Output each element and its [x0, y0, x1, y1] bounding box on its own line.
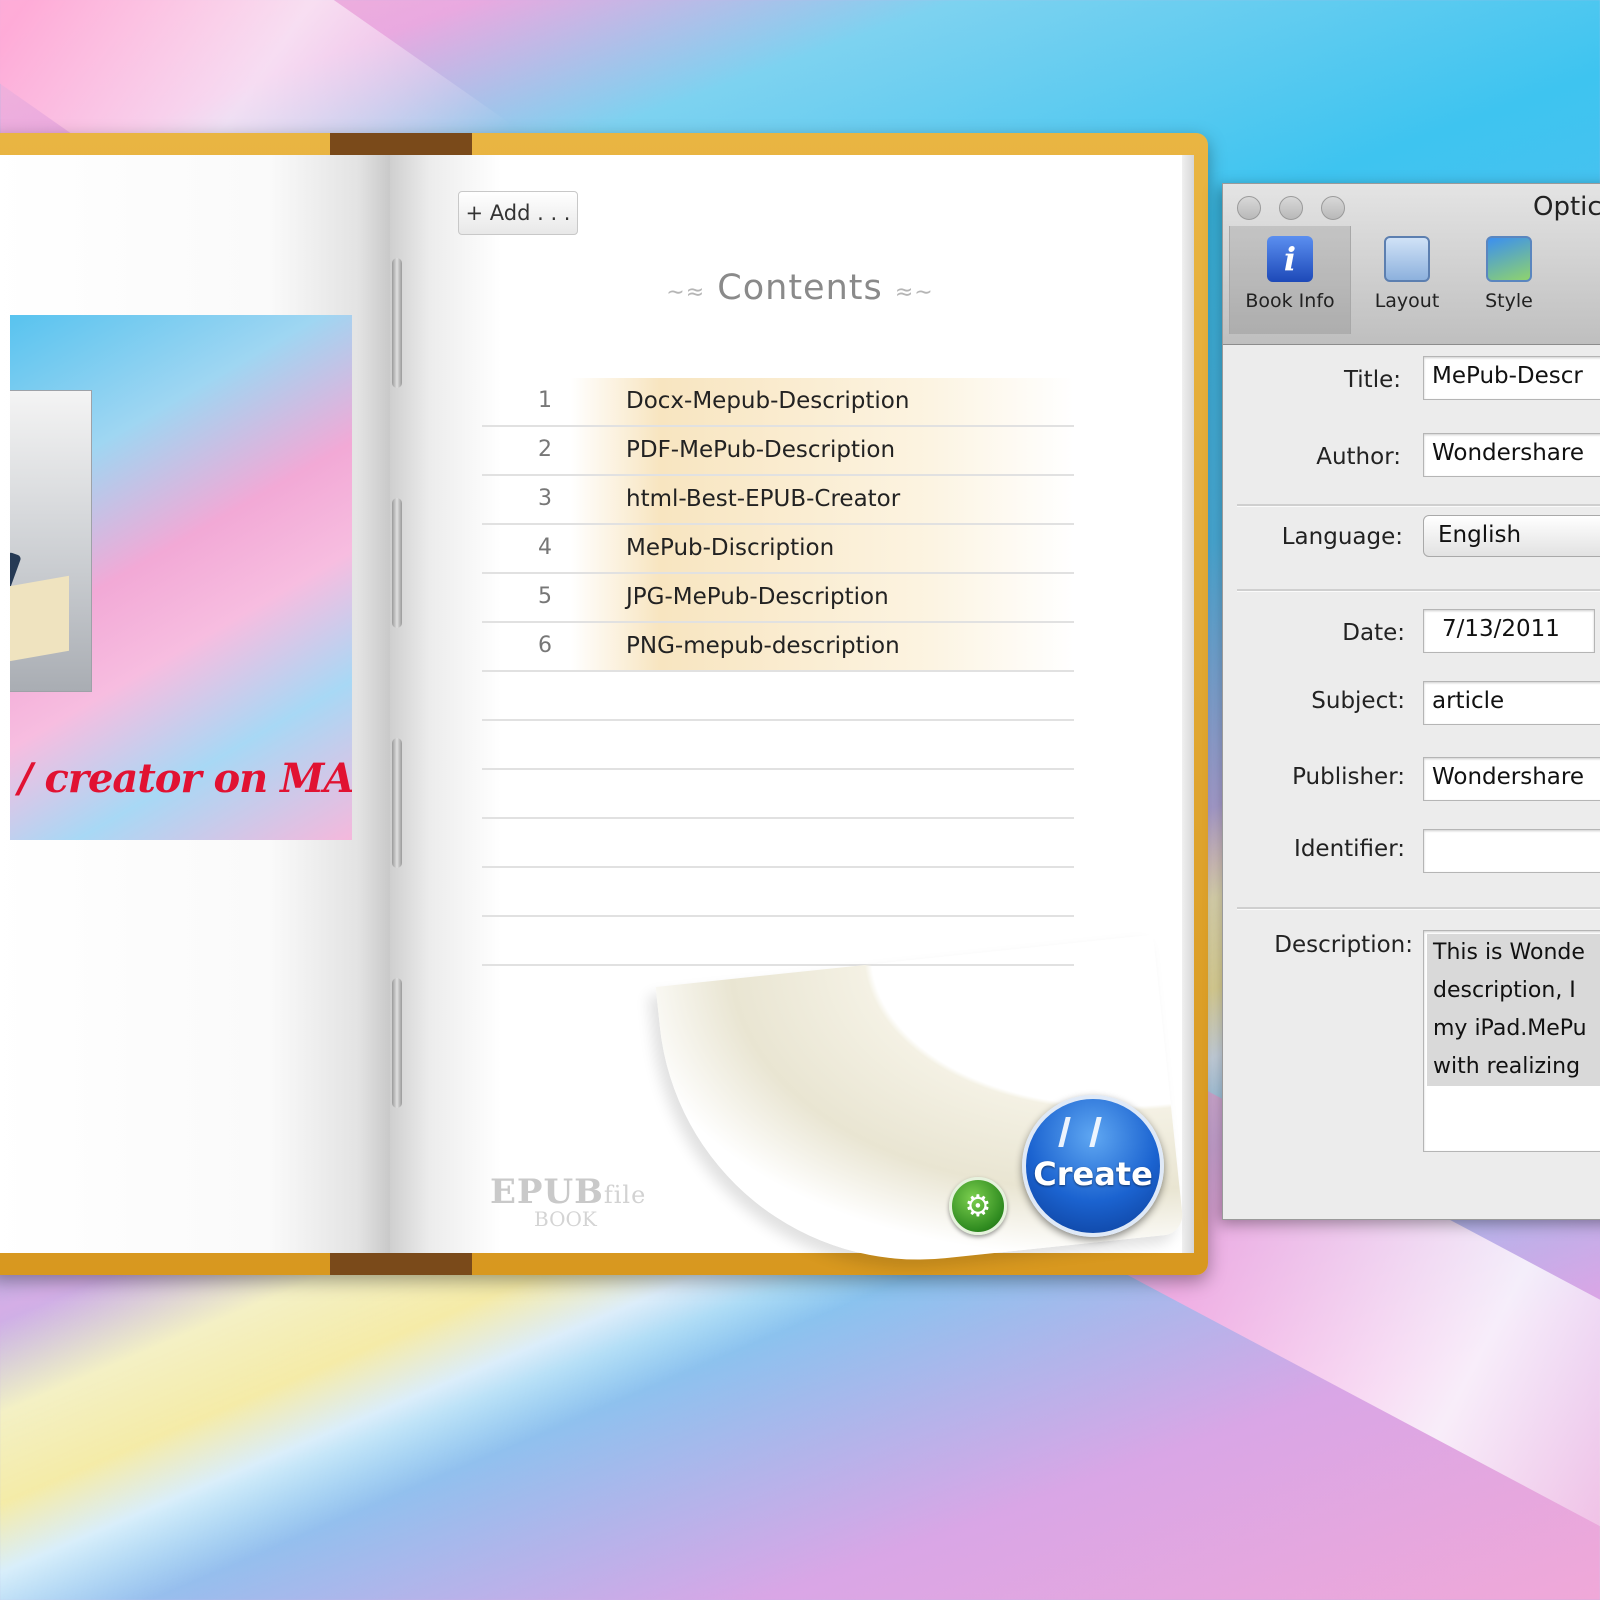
- language-select[interactable]: English: [1423, 515, 1600, 557]
- layout-icon: [1384, 236, 1430, 282]
- watermark-main: EPUB: [490, 1172, 604, 1212]
- title-field[interactable]: MePub-Descr: [1423, 356, 1600, 400]
- binder-ring: [392, 738, 402, 868]
- list-item[interactable]: 1 Docx-Mepub-Description: [482, 378, 1074, 427]
- list-item[interactable]: 4 MePub-Discription: [482, 525, 1074, 574]
- book-band-bottom: [330, 1253, 472, 1275]
- description-line: my iPad.MePu: [1427, 1010, 1600, 1048]
- item-number: 5: [538, 584, 552, 609]
- tab-label: Book Info: [1245, 290, 1335, 312]
- binder-ring: [392, 258, 402, 388]
- item-title: html-Best-EPUB-Creator: [626, 486, 901, 512]
- subject-field[interactable]: article: [1423, 681, 1600, 725]
- description-label: Description:: [1274, 932, 1413, 958]
- subject-label: Subject:: [1311, 688, 1405, 714]
- ornament-right-icon: ≈∼: [894, 280, 934, 305]
- publisher-field[interactable]: Wondershare: [1423, 757, 1600, 801]
- binder-ring: [392, 498, 402, 628]
- window-title: Optic: [1533, 192, 1600, 222]
- create-label: Create: [1033, 1155, 1153, 1193]
- tab-label: Style: [1485, 290, 1533, 312]
- list-item[interactable]: 2 PDF-MePub-Description: [482, 427, 1074, 476]
- description-line: description, I: [1427, 972, 1600, 1010]
- empty-row: [482, 868, 1074, 917]
- item-number: 4: [538, 535, 552, 560]
- item-title: Docx-Mepub-Description: [626, 388, 910, 414]
- identifier-label: Identifier:: [1294, 836, 1405, 862]
- description-line: with realizing: [1427, 1048, 1600, 1086]
- empty-row: [482, 672, 1074, 721]
- item-title: JPG-MePub-Description: [626, 584, 889, 610]
- watermark-small: file: [603, 1181, 647, 1209]
- minimize-window-button[interactable]: [1279, 196, 1303, 220]
- cover-image: / creator on MAC!: [10, 315, 352, 840]
- tab-book-info[interactable]: i Book Info: [1229, 226, 1351, 334]
- publisher-label: Publisher:: [1292, 764, 1405, 790]
- zoom-window-button[interactable]: [1321, 196, 1345, 220]
- contents-list: 1 Docx-Mepub-Description 2 PDF-MePub-Des…: [482, 378, 1074, 966]
- date-label: Date:: [1342, 620, 1405, 646]
- separator: [1237, 907, 1600, 910]
- tab-label: Layout: [1374, 290, 1440, 312]
- close-window-button[interactable]: [1237, 196, 1261, 220]
- info-icon: i: [1267, 236, 1313, 282]
- empty-row: [482, 819, 1074, 868]
- watermark-sub: BOOK: [534, 1207, 597, 1231]
- add-button[interactable]: + Add . . .: [458, 191, 578, 235]
- cover-tagline: / creator on MAC!: [18, 755, 352, 802]
- options-window: Optic i Book Info Layout Style Title: Me…: [1222, 183, 1600, 1220]
- item-number: 2: [538, 437, 552, 462]
- separator: [1237, 504, 1600, 507]
- tab-layout[interactable]: Layout: [1359, 236, 1455, 312]
- book-band-top: [330, 133, 472, 155]
- date-field[interactable]: 7/13/2011: [1423, 609, 1595, 653]
- item-title: PDF-MePub-Description: [626, 437, 896, 463]
- item-number: 3: [538, 486, 552, 511]
- settings-button[interactable]: ⚙: [949, 1177, 1007, 1235]
- ornament-left-icon: ∼≈: [666, 280, 706, 305]
- identifier-field[interactable]: [1423, 829, 1600, 873]
- author-field[interactable]: Wondershare: [1423, 433, 1600, 477]
- empty-row: [482, 770, 1074, 819]
- page-edge: [1182, 155, 1194, 1253]
- list-item[interactable]: 3 html-Best-EPUB-Creator: [482, 476, 1074, 525]
- item-number: 1: [538, 388, 552, 413]
- epub-watermark-logo: EPUBfile: [490, 1172, 646, 1212]
- gear-icon: ⚙: [964, 1188, 992, 1224]
- list-item[interactable]: 6 PNG-mepub-description: [482, 623, 1074, 672]
- list-item[interactable]: 5 JPG-MePub-Description: [482, 574, 1074, 623]
- title-label: Title:: [1343, 367, 1401, 393]
- options-titlebar: Optic i Book Info Layout Style: [1223, 184, 1600, 345]
- author-label: Author:: [1316, 444, 1401, 470]
- create-shine-icon: [1058, 1117, 1102, 1147]
- binder-ring: [392, 978, 402, 1108]
- description-line: This is Wonde: [1427, 934, 1600, 972]
- empty-row: [482, 721, 1074, 770]
- contents-title: Contents: [717, 268, 883, 308]
- style-icon: [1486, 236, 1532, 282]
- item-number: 6: [538, 633, 552, 658]
- language-label: Language:: [1281, 524, 1403, 550]
- item-title: MePub-Discription: [626, 535, 835, 561]
- separator: [1237, 589, 1600, 592]
- product-box-image: [10, 390, 92, 692]
- item-title: PNG-mepub-description: [626, 633, 900, 659]
- description-textarea[interactable]: This is Wonde description, I my iPad.MeP…: [1423, 930, 1600, 1152]
- tab-style[interactable]: Style: [1467, 236, 1551, 312]
- contents-heading: ∼≈ Contents ≈∼: [640, 268, 960, 308]
- create-button[interactable]: Create: [1022, 1095, 1164, 1237]
